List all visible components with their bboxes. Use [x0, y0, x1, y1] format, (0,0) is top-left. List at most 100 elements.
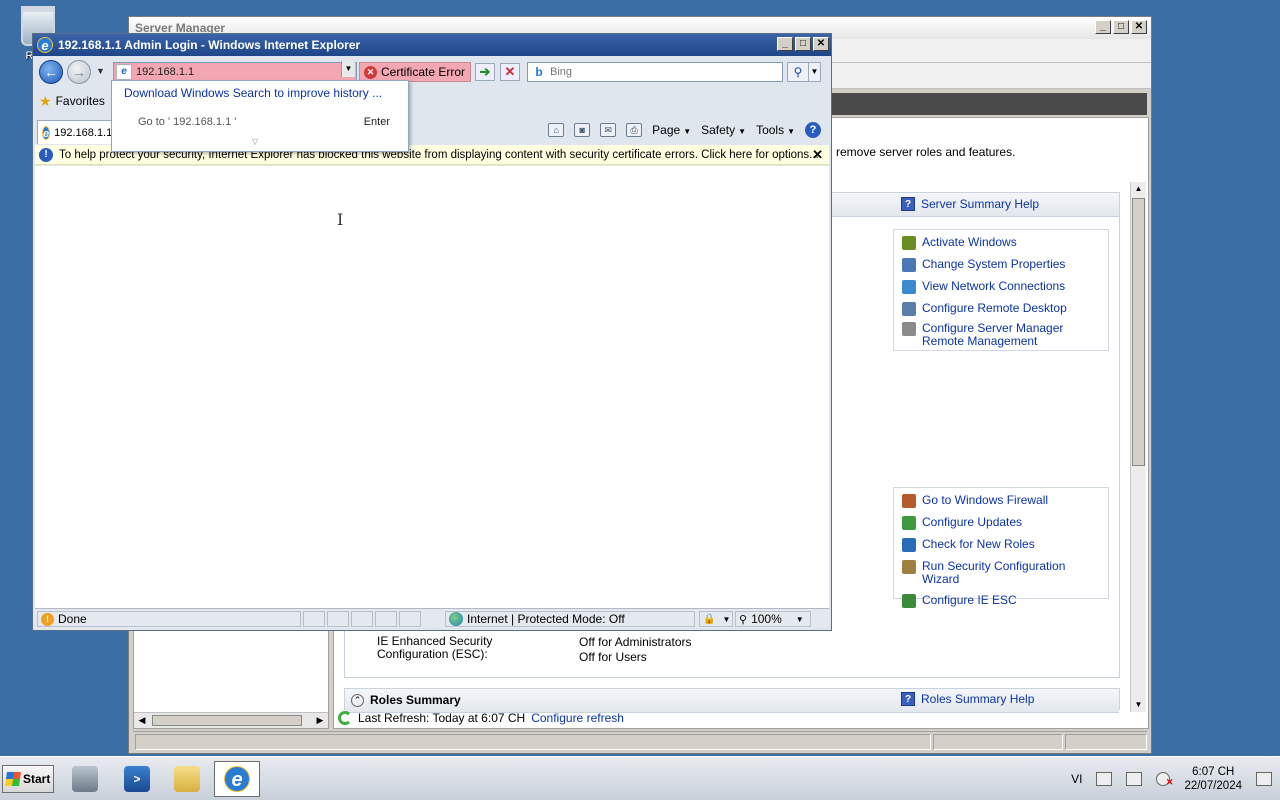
clock[interactable]: 6:07 CH 22/07/2024: [1184, 765, 1242, 793]
start-button[interactable]: Start: [2, 765, 54, 793]
search-box[interactable]: b: [527, 62, 783, 82]
feeds-icon[interactable]: ◙: [574, 123, 591, 137]
print-icon[interactable]: ⎙: [626, 123, 643, 137]
taskbar-server-manager[interactable]: [62, 761, 108, 797]
security-zone-cell[interactable]: Internet | Protected Mode: Off: [445, 611, 695, 627]
ie-logo-icon: e: [224, 766, 250, 792]
zoom-cell[interactable]: ⚲ 100% ▼: [735, 611, 811, 627]
security-wizard-icon: [902, 560, 916, 574]
sm-tree-hscroll-thumb[interactable]: [152, 715, 302, 726]
task-configure-remote-desktop[interactable]: Configure Remote Desktop: [902, 302, 1100, 316]
taskbar: Start > e VI 6:07 CH 22/07/2024: [0, 756, 1280, 800]
keyboard-icon[interactable]: [1096, 772, 1113, 786]
configure-refresh-link[interactable]: Configure refresh: [531, 711, 624, 725]
privacy-cell[interactable]: 🔒 ▼: [699, 611, 733, 627]
roles-summary-help-link[interactable]: ? Roles Summary Help: [901, 692, 1034, 706]
security-info-tasks: Go to Windows Firewall Configure Updates…: [893, 487, 1109, 608]
chevron-down-icon[interactable]: ▽: [252, 137, 258, 146]
warning-icon: !: [41, 612, 54, 626]
task-configure-updates[interactable]: Configure Updates: [902, 516, 1100, 530]
favorites-star-icon: ★: [39, 92, 52, 109]
scroll-right-icon[interactable]: ▶: [313, 714, 327, 727]
status-cell: [303, 611, 325, 627]
search-input[interactable]: [550, 66, 770, 78]
tab-admin-login[interactable]: e 192.168.1.1: [37, 120, 113, 144]
text-cursor-icon: I: [337, 210, 344, 229]
chevron-down-icon: ▼: [683, 127, 692, 136]
address-bar[interactable]: e: [113, 62, 357, 82]
back-button[interactable]: ←: [39, 60, 63, 84]
recent-pages-dropdown[interactable]: ▼: [96, 66, 105, 76]
search-options-dropdown[interactable]: ▼: [809, 62, 821, 82]
ie-window: e 192.168.1.1 Admin Login - Windows Inte…: [32, 33, 832, 631]
status-cell: [375, 611, 397, 627]
mail-icon[interactable]: ✉: [600, 123, 617, 137]
ie-maximize-button[interactable]: □: [795, 37, 811, 51]
show-desktop-icon[interactable]: [1256, 772, 1272, 786]
server-summary-help-label: Server Summary Help: [921, 197, 1040, 211]
task-view-network-connections[interactable]: View Network Connections: [902, 280, 1100, 294]
scroll-down-icon[interactable]: ▼: [1131, 698, 1146, 712]
roles-summary-toggle[interactable]: ⌃ Roles Summary: [351, 693, 461, 707]
ie-esc-values: Off for Administrators Off for Users: [579, 635, 691, 665]
bing-icon: b: [535, 65, 543, 79]
task-configure-remote-management[interactable]: Configure Server Manager Remote Manageme…: [902, 322, 1100, 348]
taskbar-powershell[interactable]: >: [114, 761, 160, 797]
task-label: Check for New Roles: [922, 537, 1035, 551]
favorites-button[interactable]: Favorites: [56, 94, 105, 108]
server-summary-help-link[interactable]: ? Server Summary Help: [901, 197, 1039, 211]
start-label: Start: [23, 772, 51, 786]
task-configure-ie-esc[interactable]: Configure IE ESC: [902, 594, 1100, 608]
roles-summary-help-label: Roles Summary Help: [921, 692, 1035, 706]
status-segment: [135, 734, 931, 750]
ie-close-button[interactable]: ✕: [813, 37, 829, 51]
goto-suggestion[interactable]: Go to ' 192.168.1.1 ': [138, 116, 236, 128]
safety-menu[interactable]: Safety ▼: [701, 123, 746, 137]
sm-main-vscrollbar[interactable]: ▲ ▼: [1130, 182, 1146, 712]
ie-minimize-button[interactable]: _: [777, 37, 793, 51]
scroll-up-icon[interactable]: ▲: [1131, 182, 1146, 196]
ie-titlebar[interactable]: e 192.168.1.1 Admin Login - Windows Inte…: [33, 34, 831, 56]
task-check-new-roles[interactable]: Check for New Roles: [902, 538, 1100, 552]
task-change-system-properties[interactable]: Change System Properties: [902, 258, 1100, 272]
server-remote-icon: [902, 322, 916, 336]
task-windows-firewall[interactable]: Go to Windows Firewall: [902, 494, 1100, 508]
go-button[interactable]: ➔: [475, 63, 495, 81]
sm-close-button[interactable]: ✕: [1131, 20, 1147, 34]
taskbar-explorer[interactable]: [164, 761, 210, 797]
page-content-area[interactable]: I: [35, 166, 829, 608]
tools-menu-label: Tools: [756, 123, 785, 137]
roles-summary-section: ⌃ Roles Summary ? Roles Summary Help: [344, 688, 1120, 713]
sm-minimize-button[interactable]: _: [1095, 20, 1111, 34]
taskbar-internet-explorer[interactable]: e: [214, 761, 260, 797]
network-icon[interactable]: [1126, 772, 1143, 786]
home-icon[interactable]: ⌂: [548, 123, 565, 137]
stop-button[interactable]: ✕: [500, 63, 520, 81]
sm-maximize-button[interactable]: □: [1113, 20, 1129, 34]
tools-menu[interactable]: Tools ▼: [756, 123, 795, 137]
refresh-icon: [338, 711, 352, 725]
sm-tree-hscrollbar[interactable]: ◀ ▶: [134, 712, 328, 728]
roles-summary-title: Roles Summary: [370, 693, 461, 707]
sm-main-vscroll-thumb[interactable]: [1132, 198, 1145, 466]
scroll-left-icon[interactable]: ◀: [135, 714, 149, 727]
chevron-down-icon: ▼: [795, 614, 804, 624]
certificate-error-button[interactable]: ✕ Certificate Error: [359, 62, 471, 82]
volume-muted-icon[interactable]: [1156, 772, 1173, 788]
search-button[interactable]: ⚲: [787, 62, 809, 82]
task-label: Go to Windows Firewall: [922, 493, 1049, 507]
help-icon[interactable]: ?: [805, 122, 821, 138]
ie-esc-label: IE Enhanced Security Configuration (ESC)…: [377, 634, 493, 661]
forward-button[interactable]: →: [67, 60, 91, 84]
sm-intro-text: remove server roles and features.: [836, 145, 1016, 159]
address-dropdown-button[interactable]: ▼: [341, 61, 355, 77]
address-input[interactable]: [136, 66, 336, 78]
close-icon[interactable]: ✕: [812, 147, 823, 163]
new-roles-icon: [902, 538, 916, 552]
tab-favicon-icon: e: [42, 125, 51, 140]
task-activate-windows[interactable]: Activate Windows: [902, 236, 1100, 250]
page-menu[interactable]: Page ▼: [652, 123, 691, 137]
download-windows-search-link[interactable]: Download Windows Search to improve histo…: [124, 86, 382, 100]
task-security-wizard[interactable]: Run Security Configuration Wizard: [902, 560, 1100, 586]
language-indicator[interactable]: VI: [1071, 772, 1082, 786]
